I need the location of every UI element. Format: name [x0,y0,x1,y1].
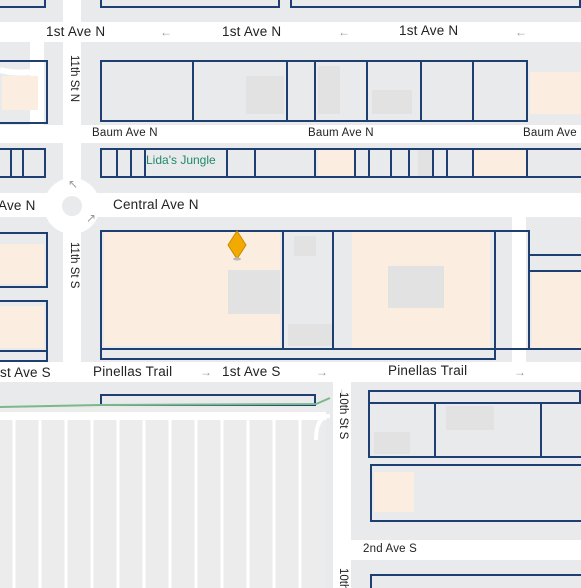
location-pin-icon[interactable] [0,0,581,588]
map-canvas[interactable]: ← ← ← → → → ↖ ↗ → 1st Ave N 1st Ave N 1s… [0,0,581,588]
